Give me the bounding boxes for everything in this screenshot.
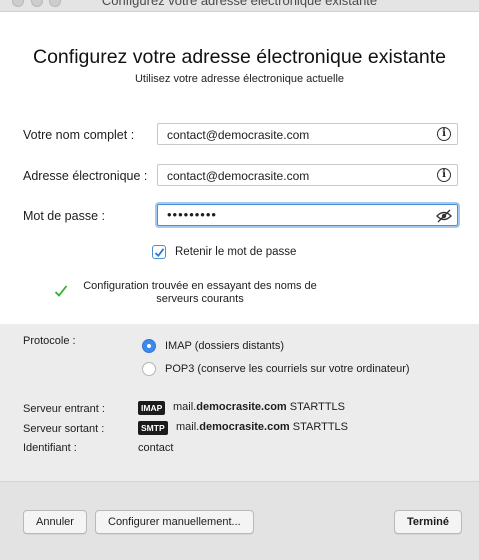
page-subtitle: Utilisez votre adresse électronique actu…: [134, 73, 345, 85]
identifier-value: contact: [138, 442, 174, 454]
name-field[interactable]: contact@democrasite.com i: [157, 123, 458, 145]
name-label: Votre nom complet :: [23, 128, 135, 142]
info-icon[interactable]: i: [437, 168, 451, 182]
password-label: Mot de passe :: [23, 209, 105, 223]
success-check-icon: [54, 285, 68, 297]
radio-pop3[interactable]: [142, 362, 156, 376]
configure-manually-button[interactable]: Configurer manuellement...: [95, 510, 254, 534]
password-field[interactable]: •••••••••: [157, 204, 458, 226]
email-value: contact@democrasite.com: [167, 169, 310, 183]
title-bar: Configurez votre adresse électronique ex…: [0, 0, 479, 12]
outgoing-server-label: Serveur sortant :: [23, 423, 105, 435]
incoming-server-value: mail.democrasite.com STARTTLS: [173, 401, 345, 413]
name-value: contact@democrasite.com: [167, 128, 310, 142]
server-config-panel: Protocole : IMAP (dossiers distants) POP…: [0, 324, 479, 481]
email-label: Adresse électronique :: [23, 169, 148, 183]
email-field[interactable]: contact@democrasite.com i: [157, 164, 458, 186]
button-bar: Annuler Configurer manuellement... Termi…: [0, 481, 479, 560]
radio-imap[interactable]: [142, 339, 156, 353]
remember-password-checkbox[interactable]: [152, 245, 166, 259]
page-title: Configurez votre adresse électronique ex…: [33, 46, 446, 68]
imap-badge: IMAP: [138, 401, 166, 415]
checkmark-icon: [154, 248, 165, 258]
hide-password-icon[interactable]: [436, 209, 452, 223]
info-icon[interactable]: i: [437, 127, 451, 141]
smtp-badge: SMTP: [138, 421, 168, 435]
incoming-server-label: Serveur entrant :: [23, 403, 105, 415]
identifier-label: Identifiant :: [23, 442, 77, 454]
protocol-label: Protocole :: [23, 335, 76, 347]
done-button[interactable]: Terminé: [394, 510, 462, 534]
window-title: Configurez votre adresse électronique ex…: [101, 0, 378, 8]
password-value: •••••••••: [167, 207, 217, 222]
outgoing-server-value: mail.democrasite.com STARTTLS: [176, 421, 348, 433]
remember-password-label[interactable]: Retenir le mot de passe: [175, 246, 296, 258]
cancel-button[interactable]: Annuler: [23, 510, 87, 534]
config-found-message: Configuration trouvée en essayant des no…: [83, 280, 317, 305]
account-form-panel: Configurez votre adresse électronique ex…: [0, 12, 479, 324]
radio-imap-label[interactable]: IMAP (dossiers distants): [165, 340, 284, 352]
radio-pop3-label[interactable]: POP3 (conserve les courriels sur votre o…: [165, 363, 410, 375]
